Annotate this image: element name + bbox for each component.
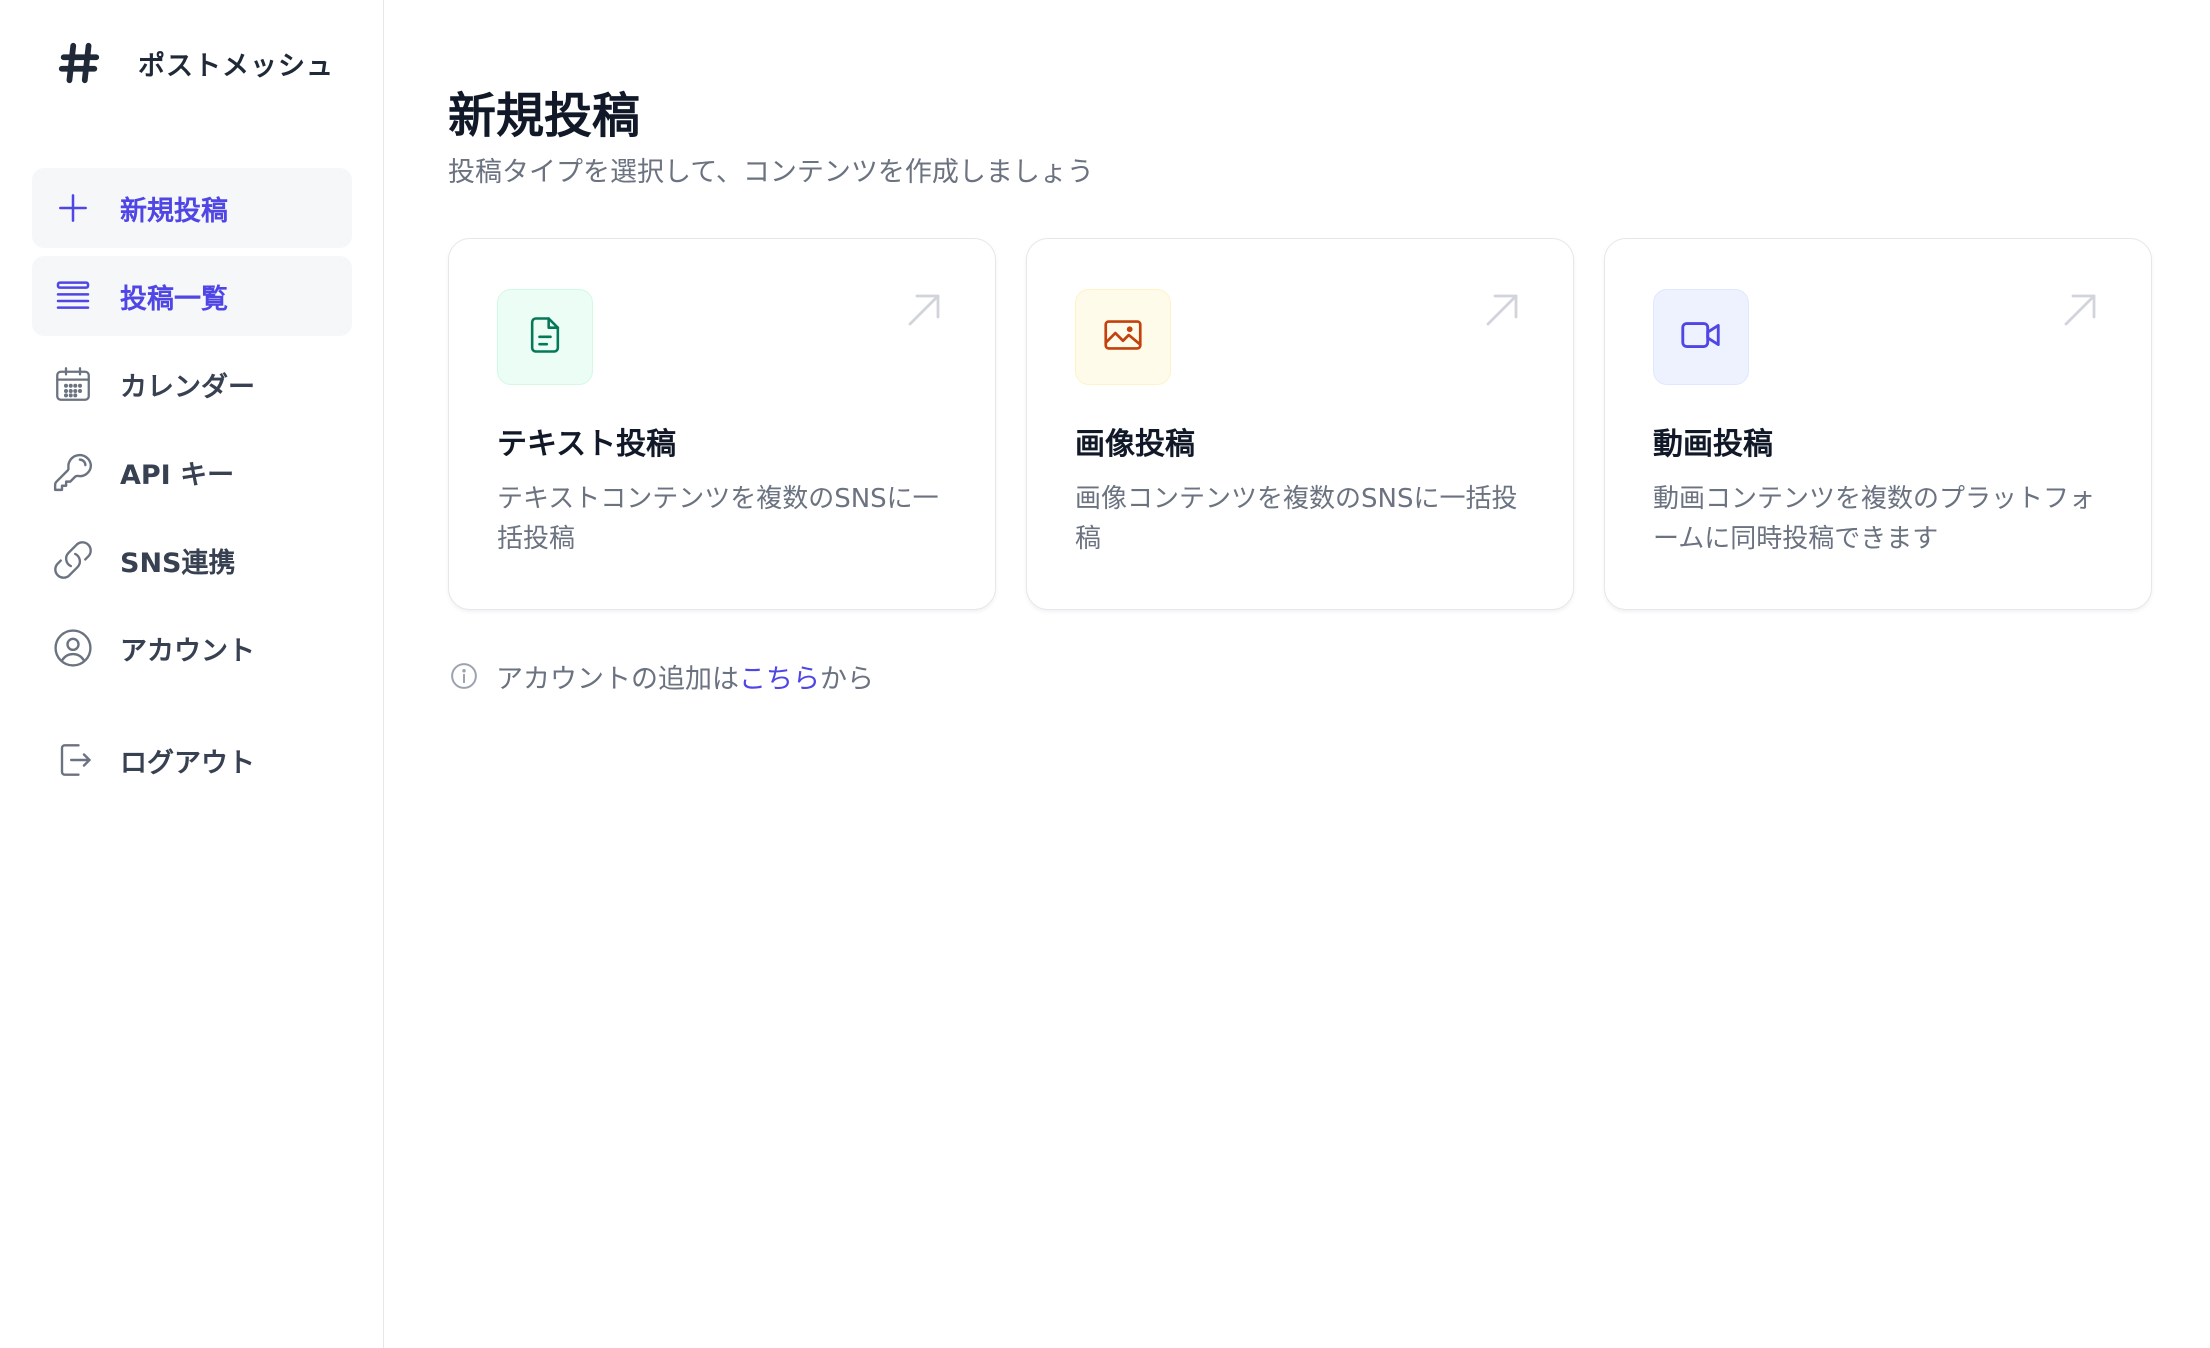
app-root: ポストメッシュ 新規投稿 投稿一覧 カレンダー API キー SNS連携 アカウ… <box>0 0 2210 1348</box>
add-account-link[interactable]: こちら <box>739 664 820 695</box>
sidebar-item-label: SNS連携 <box>120 547 236 579</box>
notice-prefix: アカウントの追加は <box>496 663 739 695</box>
info-icon <box>448 660 480 692</box>
text-post-card[interactable]: テキスト投稿 テキストコンテンツを複数のSNSに一括投稿 <box>448 238 996 610</box>
page-subtitle: 投稿タイプを選択して、コンテンツを作成しましょう <box>448 157 1094 188</box>
card-icon-box <box>497 289 593 385</box>
list-icon <box>50 273 96 319</box>
plus-icon <box>50 185 96 231</box>
image-post-card[interactable]: 画像投稿 画像コンテンツを複数のSNSに一括投稿 <box>1026 238 1574 610</box>
brand-name: ポストメッシュ <box>138 50 334 82</box>
sidebar-item-calendar[interactable]: カレンダー <box>32 344 352 424</box>
account-notice: アカウントの追加はこちらから <box>448 656 874 696</box>
video-icon <box>1678 312 1724 362</box>
card-title: 画像投稿 <box>1075 427 1195 462</box>
sidebar-item-sns-link[interactable]: SNS連携 <box>32 520 352 600</box>
sidebar-item-label: 投稿一覧 <box>120 283 228 315</box>
sidebar-item-label: ログアウト <box>120 747 255 779</box>
card-title: テキスト投稿 <box>497 427 677 462</box>
sidebar-item-label: アカウント <box>120 635 255 667</box>
document-icon <box>523 313 567 361</box>
image-icon <box>1100 312 1146 362</box>
sidebar-item-account[interactable]: アカウント <box>32 608 352 688</box>
card-description: テキストコンテンツを複数のSNSに一括投稿 <box>497 484 939 554</box>
user-circle-icon <box>50 625 96 671</box>
video-post-card[interactable]: 動画投稿 動画コンテンツを複数のプラットフォームに同時投稿できます <box>1604 238 2152 610</box>
hash-icon <box>54 36 104 90</box>
calendar-icon <box>50 361 96 407</box>
card-title: 動画投稿 <box>1653 427 1773 462</box>
sidebar-item-new-post[interactable]: 新規投稿 <box>32 168 352 248</box>
logout-icon <box>50 737 96 783</box>
sidebar-item-api-key[interactable]: API キー <box>32 432 352 512</box>
card-icon-box <box>1075 289 1171 385</box>
sidebar: ポストメッシュ 新規投稿 投稿一覧 カレンダー API キー SNS連携 アカウ… <box>0 0 384 1348</box>
card-description: 画像コンテンツを複数のSNSに一括投稿 <box>1075 484 1518 554</box>
sidebar-item-post-list[interactable]: 投稿一覧 <box>32 256 352 336</box>
sidebar-item-logout[interactable]: ログアウト <box>32 720 352 800</box>
sidebar-item-label: カレンダー <box>120 371 255 403</box>
link-icon <box>50 537 96 583</box>
arrow-up-right-icon <box>2059 289 2101 331</box>
page-title: 新規投稿 <box>448 88 641 144</box>
arrow-up-right-icon <box>1481 289 1523 331</box>
notice-suffix: から <box>820 663 874 695</box>
sidebar-item-label: 新規投稿 <box>120 195 228 227</box>
key-icon <box>50 449 96 495</box>
sidebar-nav: 新規投稿 投稿一覧 カレンダー API キー SNS連携 アカウント ログアウト <box>32 168 352 808</box>
main-content: 新規投稿 投稿タイプを選択して、コンテンツを作成しましょう テキスト投稿 テキス… <box>384 0 2210 1348</box>
post-type-cards: テキスト投稿 テキストコンテンツを複数のSNSに一括投稿 画像投稿 画像コンテン… <box>448 238 2152 610</box>
arrow-up-right-icon <box>903 289 945 331</box>
card-icon-box <box>1653 289 1749 385</box>
notice-text: アカウントの追加はこちらから <box>496 657 874 696</box>
brand[interactable]: ポストメッシュ <box>54 36 334 90</box>
card-description: 動画コンテンツを複数のプラットフォームに同時投稿できます <box>1653 484 2096 554</box>
sidebar-item-label: API キー <box>120 459 235 491</box>
